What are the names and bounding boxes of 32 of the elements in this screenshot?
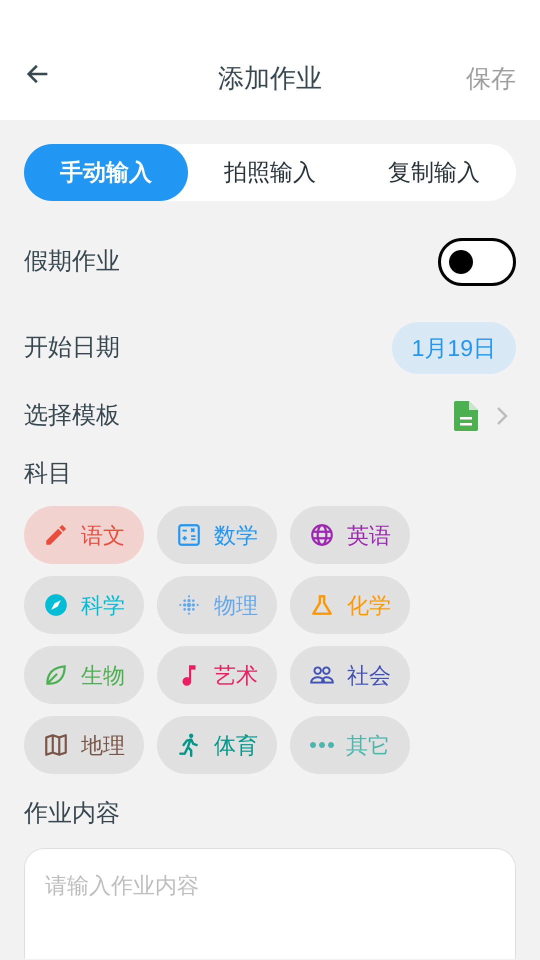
- subject-chip[interactable]: 物理: [157, 576, 277, 634]
- subject-chip[interactable]: 社会: [290, 646, 410, 704]
- subject-chip[interactable]: 英语: [290, 506, 410, 564]
- save-button[interactable]: 保存: [466, 60, 516, 98]
- tab[interactable]: 手动输入: [24, 144, 188, 201]
- content-field[interactable]: 请输入作业内容: [24, 848, 516, 959]
- section-label: 科目: [24, 459, 72, 489]
- calculator-icon: [176, 522, 202, 548]
- document-icon[interactable]: [454, 401, 478, 431]
- section-label: 作业内容: [24, 799, 120, 829]
- page-title: 添加作业: [218, 62, 322, 95]
- subject-chip[interactable]: 地理: [24, 716, 144, 774]
- subject-chip[interactable]: 其它: [290, 716, 410, 774]
- map-icon: [43, 732, 69, 758]
- row-label: 假期作业: [24, 247, 120, 277]
- compass-icon: [43, 592, 69, 618]
- row-label: 选择模板: [24, 401, 120, 431]
- subject-chip[interactable]: 化学: [290, 576, 410, 634]
- globe-icon: [309, 522, 335, 548]
- subject-chip[interactable]: 体育: [157, 716, 277, 774]
- flask-icon: [309, 592, 335, 618]
- subject-chip[interactable]: 生物: [24, 646, 144, 704]
- more-dots-icon: [310, 742, 334, 748]
- date-button[interactable]: 1月19日: [392, 322, 516, 374]
- holiday-toggle[interactable]: [438, 238, 516, 286]
- tab[interactable]: 拍照输入: [188, 144, 352, 201]
- subject-chip[interactable]: 数学: [157, 506, 277, 564]
- subject-chip[interactable]: 艺术: [157, 646, 277, 704]
- subject-chip[interactable]: 科学: [24, 576, 144, 634]
- row-label: 开始日期: [24, 333, 120, 363]
- tab[interactable]: 复制输入: [352, 144, 516, 201]
- subject-chip[interactable]: 语文: [24, 506, 144, 564]
